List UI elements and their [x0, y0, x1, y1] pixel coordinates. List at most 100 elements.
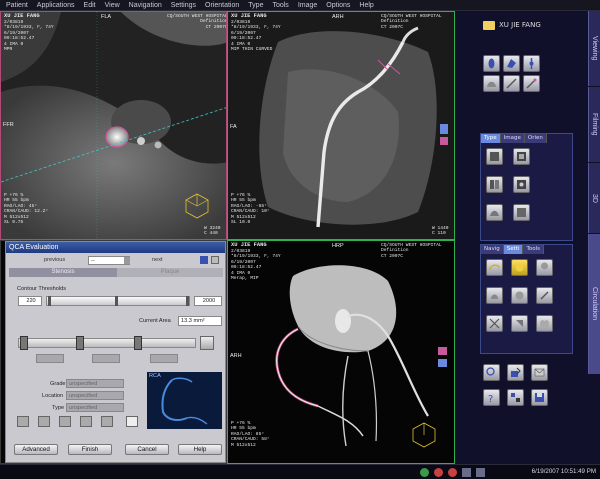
tab-plaque[interactable]: Plaque	[117, 268, 223, 277]
close-icon[interactable]	[200, 256, 208, 264]
anatomy-2-button[interactable]	[511, 287, 528, 304]
grade-select[interactable]: unspecified	[66, 379, 124, 388]
menu-image[interactable]: Image	[298, 2, 317, 9]
view-layout-button[interactable]	[483, 55, 500, 72]
grid-button-2[interactable]	[38, 416, 50, 427]
lungs-button[interactable]	[536, 315, 553, 332]
slider-handle-left[interactable]	[48, 296, 51, 306]
orientation-top: HRP	[332, 243, 344, 249]
slider-handle-mid[interactable]	[115, 296, 118, 306]
menu-edit[interactable]: Edit	[84, 2, 96, 9]
type-layout-5-button[interactable]	[486, 204, 503, 221]
marker-handle-3[interactable]	[134, 336, 142, 350]
grid-button-3[interactable]	[59, 416, 71, 427]
menu-options[interactable]: Options	[326, 2, 350, 9]
patient-name: XU JIE FANG	[231, 242, 267, 248]
tray-icon-1[interactable]	[420, 468, 429, 477]
marker-bar[interactable]	[18, 338, 196, 348]
volume-button[interactable]	[503, 55, 520, 72]
tab-circulation[interactable]: Circulation	[588, 234, 600, 374]
help-query-button[interactable]: ?	[483, 389, 500, 406]
mail-button[interactable]	[531, 364, 548, 381]
tab-filming[interactable]: Filming	[588, 87, 600, 162]
type-subpanel: Type Image Orien	[480, 133, 573, 241]
knife-button[interactable]	[503, 75, 520, 92]
settings-icon[interactable]	[211, 256, 219, 264]
slice-button[interactable]	[523, 55, 540, 72]
anatomy-3-button[interactable]	[536, 287, 553, 304]
edit-button[interactable]	[523, 75, 540, 92]
marker-field-1	[36, 354, 64, 363]
tab-navig[interactable]: Navig	[481, 245, 504, 254]
menu-applications[interactable]: Applications	[37, 2, 75, 9]
tray-icon-5[interactable]	[476, 468, 485, 477]
next-link[interactable]: next	[152, 257, 163, 263]
head-tool-button[interactable]	[536, 259, 553, 276]
type-layout-3-button[interactable]	[486, 176, 503, 193]
cancel-button[interactable]: Cancel	[125, 444, 169, 455]
type-layout-4-button[interactable]	[513, 176, 530, 193]
tab-image[interactable]: Image	[500, 134, 525, 143]
grid-button-1[interactable]	[17, 416, 29, 427]
anatomy-4-button[interactable]	[486, 315, 503, 332]
menu-type[interactable]: Type	[248, 2, 263, 9]
menu-patient[interactable]: Patient	[6, 2, 28, 9]
rca-label: RCA	[149, 373, 161, 379]
grid-export-button[interactable]	[507, 389, 524, 406]
grid-button-5[interactable]	[101, 416, 113, 427]
chevron-down-icon[interactable]	[124, 257, 130, 264]
advanced-button[interactable]: Advanced	[14, 444, 58, 455]
orientation-left: FFR	[3, 122, 14, 128]
menu-settings[interactable]: Settings	[171, 2, 196, 9]
menu-navigation[interactable]: Navigation	[129, 2, 162, 9]
threshold-low-field[interactable]: 220	[18, 296, 42, 306]
menu-view[interactable]: View	[105, 2, 120, 9]
highlight-tool-button[interactable]	[511, 259, 528, 276]
anatomy-1-button[interactable]	[486, 287, 503, 304]
mask-button[interactable]	[483, 75, 500, 92]
tab-orien[interactable]: Orien	[524, 134, 547, 143]
finish-button[interactable]: Finish	[68, 444, 112, 455]
viewport-top-right[interactable]: XU JIE FANG 2/03819 *8/19/1933, F, 74Y 6…	[227, 11, 455, 240]
tab-viewing[interactable]: Viewing	[588, 11, 600, 86]
lasso-tool-button[interactable]	[486, 259, 503, 276]
threshold-high-field[interactable]: 2000	[194, 296, 222, 306]
type-layout-1-button[interactable]	[486, 148, 503, 165]
anatomy-5-button[interactable]	[511, 315, 528, 332]
orientation-left: ARH	[230, 353, 242, 359]
tab-stenosis[interactable]: Stenosis	[9, 268, 117, 277]
type-layout-2-button[interactable]	[513, 148, 530, 165]
slider-handle-right[interactable]	[186, 296, 189, 306]
type-label: Type	[52, 405, 65, 411]
tab-tools[interactable]: Tools	[523, 245, 545, 254]
previous-link[interactable]: previous	[44, 257, 65, 263]
viewport-bottom-right[interactable]: XU JIE FANG 2/03819 *8/19/1933, F, 74Y 6…	[227, 240, 455, 464]
menu-help[interactable]: Help	[359, 2, 373, 9]
marker-handle-1[interactable]	[20, 336, 28, 350]
tray-icon-2[interactable]	[434, 468, 443, 477]
tab-3d[interactable]: 3D	[588, 163, 600, 233]
marker-handle-2[interactable]	[76, 336, 84, 350]
location-select[interactable]: unspecified	[66, 391, 124, 400]
viewport-top-left[interactable]: XU JIE FANG 2/03819 *8/19/1933, F, 74Y 6…	[0, 11, 227, 240]
panel-patient-name: XU JIE FANG	[499, 21, 541, 29]
search-ref-button[interactable]	[483, 364, 500, 381]
tab-setti[interactable]: Setti	[503, 245, 524, 254]
rca-thumbnail[interactable]	[147, 372, 222, 429]
tab-type[interactable]: Type	[481, 134, 501, 143]
location-label: Location	[42, 393, 64, 399]
export-button[interactable]	[507, 364, 524, 381]
tray-icon-3[interactable]	[448, 468, 457, 477]
menu-bar: Patient Applications Edit View Navigatio…	[0, 0, 600, 11]
grid-button-4[interactable]	[80, 416, 92, 427]
grid-button-6[interactable]	[126, 416, 138, 427]
menu-tools[interactable]: Tools	[272, 2, 288, 9]
tray-icon-4[interactable]	[462, 468, 471, 477]
type-layout-6-button[interactable]	[513, 204, 530, 221]
menu-orientation[interactable]: Orientation	[205, 2, 239, 9]
save-series-button[interactable]	[531, 389, 548, 406]
marker-reset-button[interactable]	[200, 336, 214, 350]
threshold-slider[interactable]	[46, 296, 190, 306]
help-button[interactable]: Help	[178, 444, 222, 455]
type-select[interactable]: unspecified	[66, 403, 124, 412]
